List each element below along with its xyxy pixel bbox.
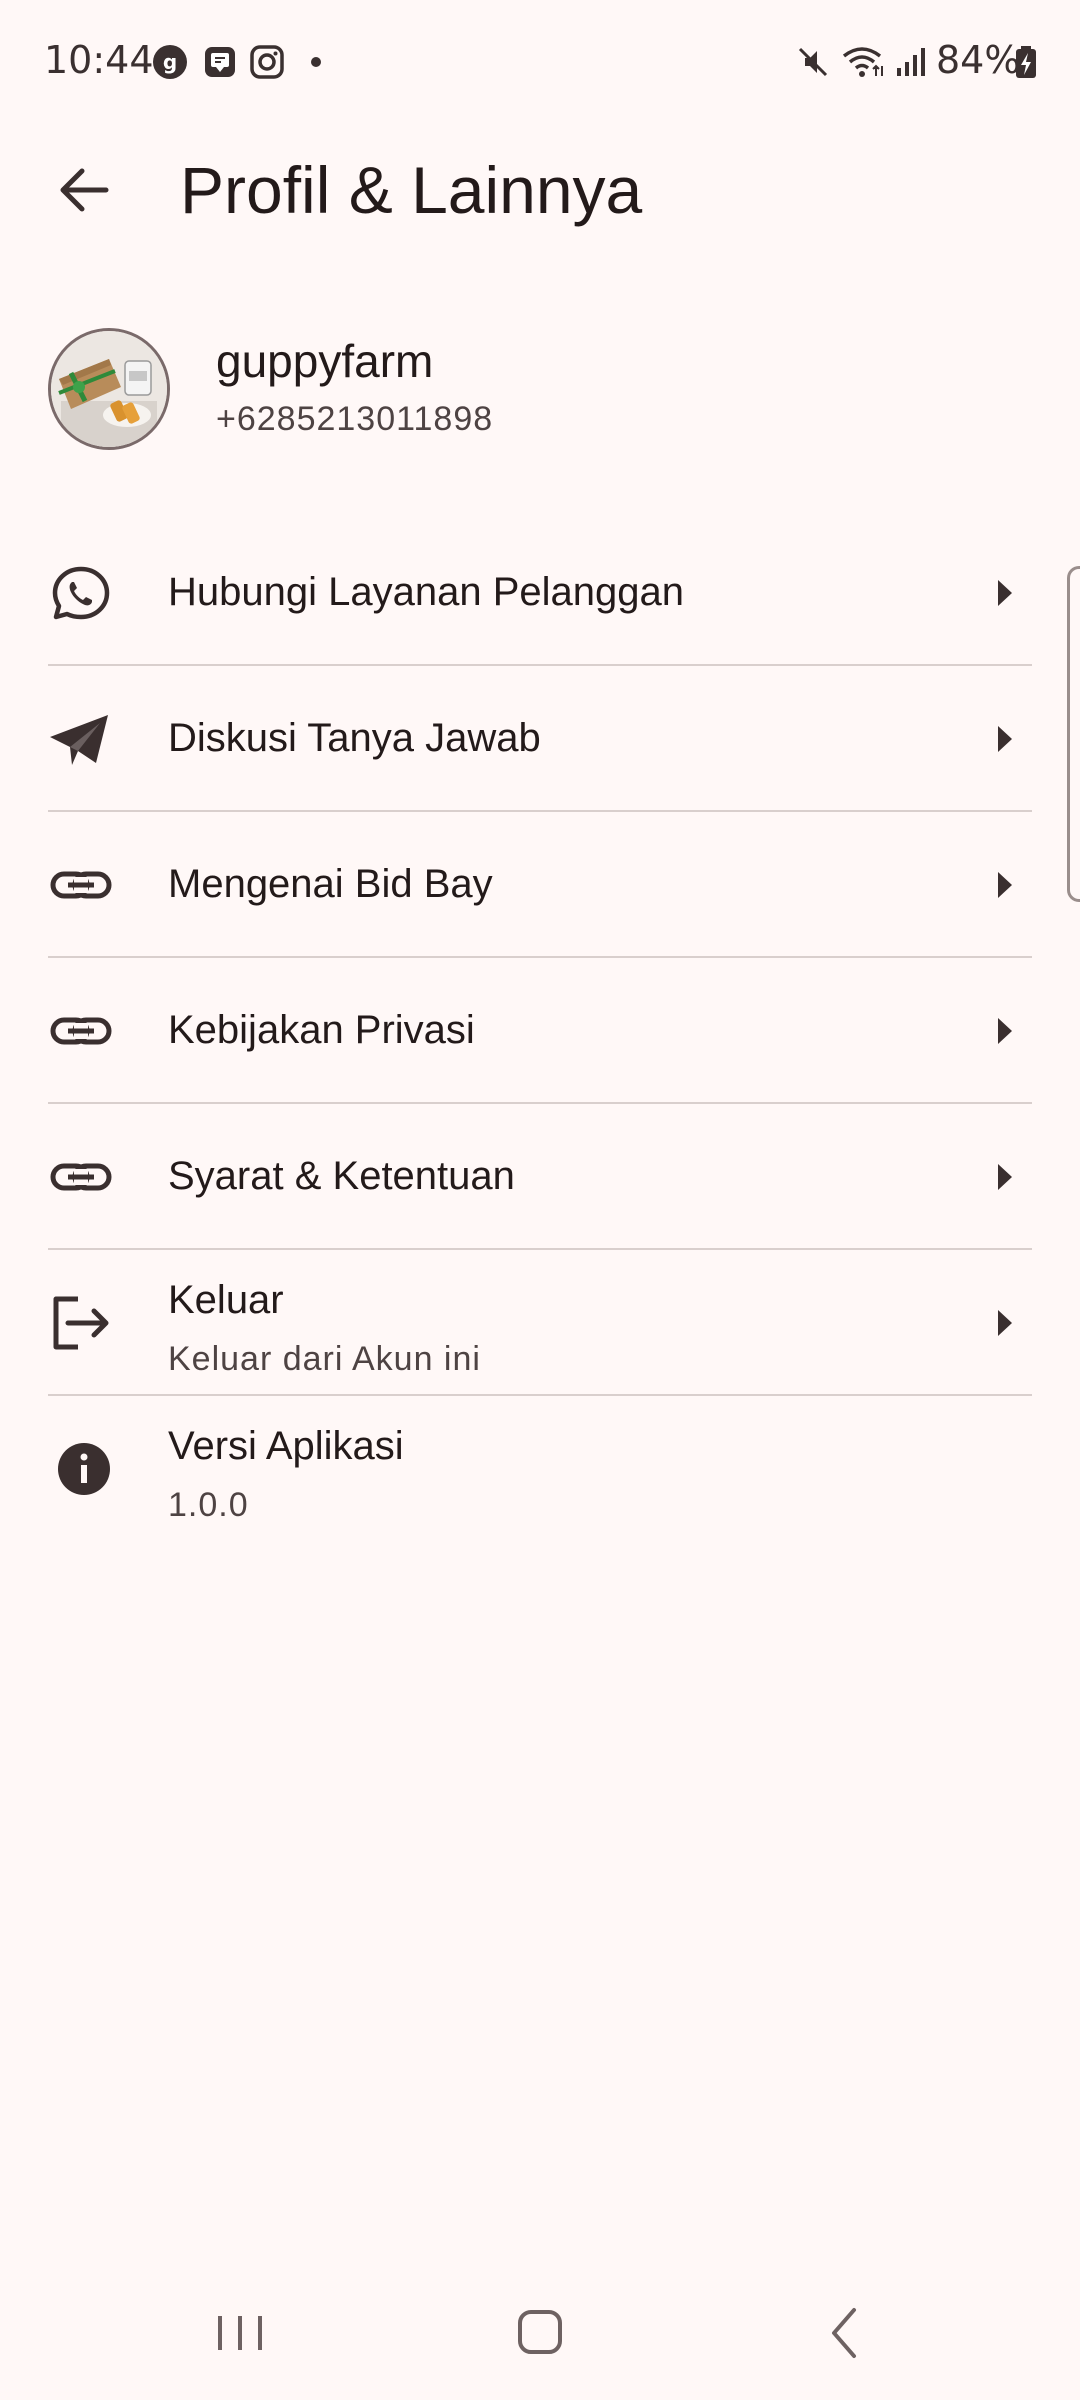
link-icon	[50, 871, 112, 899]
telegram-icon	[50, 715, 108, 765]
link-icon	[50, 1017, 112, 1045]
profile-username: guppyfarm	[216, 335, 434, 387]
mute-icon	[798, 47, 828, 77]
home-icon[interactable]	[500, 2298, 580, 2368]
back-nav-icon[interactable]	[804, 2298, 884, 2368]
avatar	[48, 328, 170, 450]
status-time: 10:44	[44, 38, 154, 82]
chevron-right-icon	[998, 1018, 1012, 1044]
page-title: Profil & Lainnya	[180, 153, 643, 227]
menu-item-app-version: Versi Aplikasi 1.0.0	[0, 1396, 1080, 1542]
app-bar: Profil & Lainnya	[0, 130, 1080, 250]
signal-icon	[897, 48, 925, 76]
menu-item-label: Mengenai Bid Bay	[168, 862, 493, 906]
whatsapp-icon	[52, 566, 110, 620]
chevron-right-icon	[998, 1164, 1012, 1190]
menu-item-label: Keluar	[168, 1278, 284, 1322]
menu-item-subtitle: Keluar dari Akun ini	[168, 1340, 481, 1378]
logout-icon	[53, 1296, 109, 1350]
system-nav-bar	[0, 2280, 1080, 2380]
g-app-notification-icon: g	[153, 45, 187, 79]
profile-phone: +6285213011898	[216, 400, 494, 438]
menu-item-label: Diskusi Tanya Jawab	[168, 716, 541, 760]
recent-apps-icon[interactable]	[200, 2298, 280, 2368]
back-arrow-icon[interactable]	[48, 154, 120, 226]
avatar-image	[51, 331, 167, 447]
menu-item-qa-discussion[interactable]: Diskusi Tanya Jawab	[0, 666, 1080, 812]
info-icon	[58, 1443, 110, 1495]
svg-text:g: g	[163, 50, 177, 74]
settings-menu: Hubungi Layanan Pelanggan Diskusi Tanya …	[0, 520, 1080, 1542]
chevron-right-icon	[998, 580, 1012, 606]
profile-header: guppyfarm +6285213011898	[0, 320, 1080, 460]
message-notification-icon	[205, 47, 235, 77]
menu-item-label: Kebijakan Privasi	[168, 1008, 475, 1052]
link-icon	[50, 1163, 112, 1191]
menu-item-terms-conditions[interactable]: Syarat & Ketentuan	[0, 1104, 1080, 1250]
more-notifications-dot	[311, 57, 321, 67]
scroll-indicator[interactable]	[1067, 566, 1080, 902]
menu-item-customer-service[interactable]: Hubungi Layanan Pelanggan	[0, 520, 1080, 666]
battery-percent: 84%	[936, 38, 1021, 82]
instagram-notification-icon	[250, 45, 284, 79]
menu-item-label: Syarat & Ketentuan	[168, 1154, 515, 1198]
chevron-right-icon	[998, 726, 1012, 752]
app-version-value: 1.0.0	[168, 1486, 249, 1524]
menu-item-label: Versi Aplikasi	[168, 1424, 404, 1468]
status-bar: 10:44 g 84%	[0, 0, 1080, 120]
wifi-icon	[842, 47, 883, 77]
menu-item-about-bid-bay[interactable]: Mengenai Bid Bay	[0, 812, 1080, 958]
chevron-right-icon	[998, 872, 1012, 898]
battery-charging-icon	[1016, 46, 1036, 78]
menu-item-logout[interactable]: Keluar Keluar dari Akun ini	[0, 1250, 1080, 1396]
chevron-right-icon	[998, 1310, 1012, 1336]
menu-item-label: Hubungi Layanan Pelanggan	[168, 570, 684, 614]
menu-item-privacy-policy[interactable]: Kebijakan Privasi	[0, 958, 1080, 1104]
